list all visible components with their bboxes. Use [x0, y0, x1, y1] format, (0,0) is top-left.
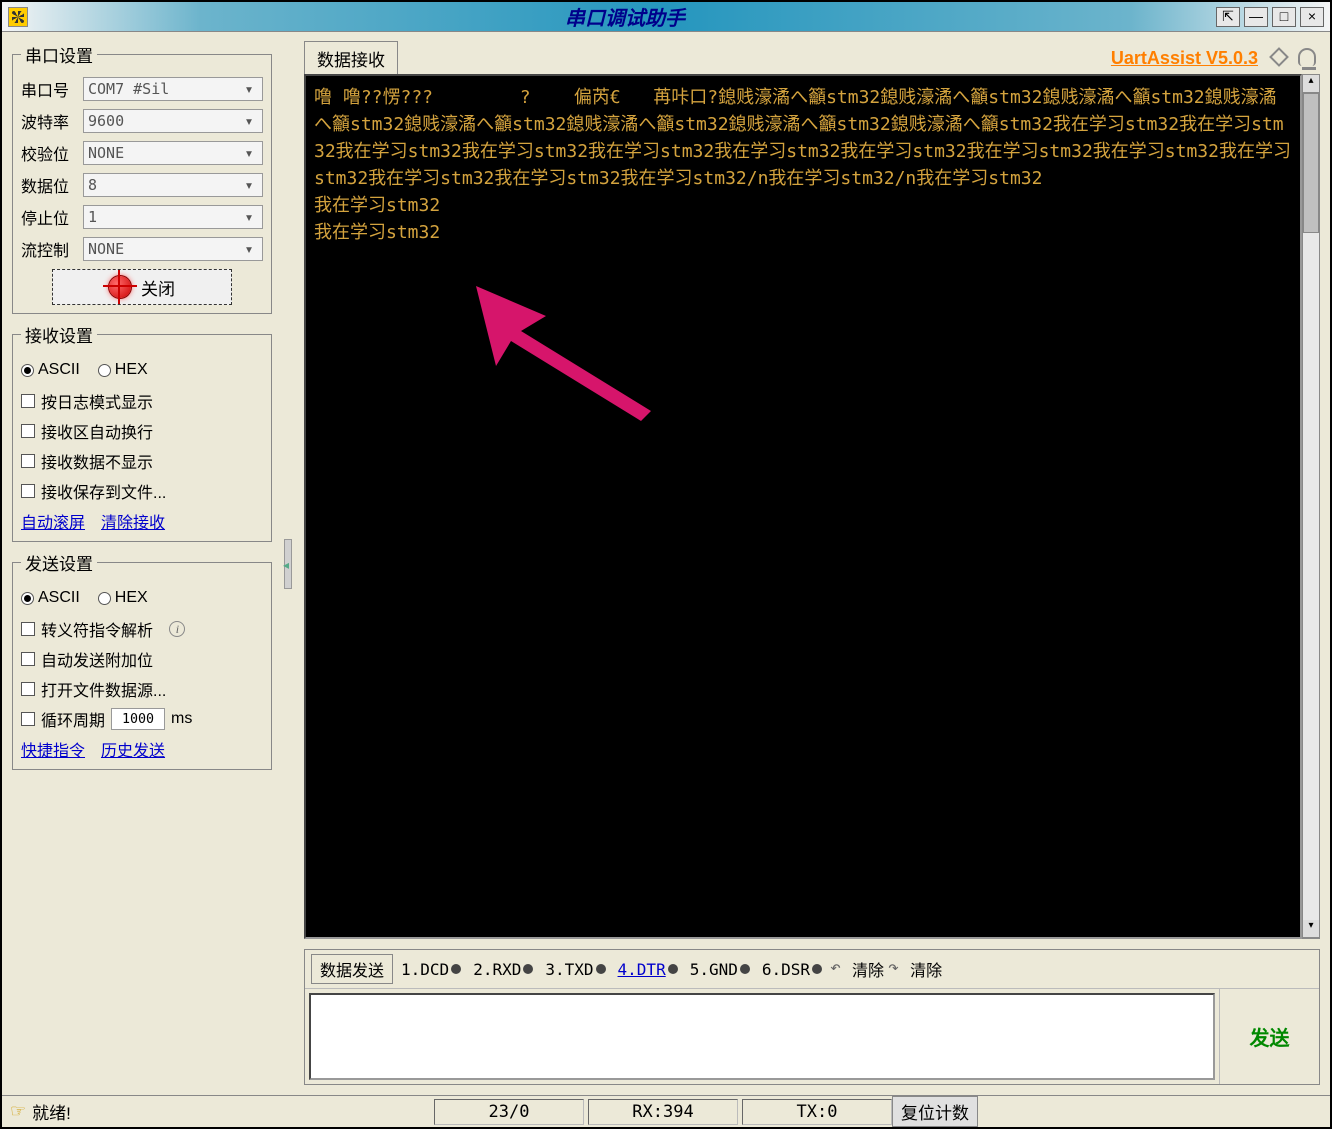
recv-ascii-radio[interactable]: ASCII [21, 361, 80, 379]
version-label[interactable]: UartAssist V5.0.3 [1111, 48, 1258, 69]
tx-tab[interactable]: 数据发送 [311, 954, 393, 984]
clear-right-button[interactable]: 清除 [910, 957, 942, 981]
status-tx: TX:0 [742, 1099, 892, 1125]
auto-append-check[interactable]: 自动发送附加位 [21, 647, 263, 671]
serial-settings-legend: 串口设置 [21, 42, 97, 67]
quick-cmd-link[interactable]: 快捷指令 [21, 737, 85, 761]
stopbits-label: 停止位 [21, 205, 77, 229]
send-button[interactable]: 发送 [1219, 989, 1319, 1084]
recv-settings-group: 接收设置 ASCII HEX 按日志模式显示 接收区自动换行 接收数据不显示 接… [12, 322, 272, 542]
status-count: 23/0 [434, 1099, 584, 1125]
undo-icon[interactable] [830, 961, 846, 977]
scroll-up-icon[interactable]: ▴ [1303, 75, 1319, 93]
close-port-button[interactable]: 关闭 [52, 269, 232, 305]
status-ready: 就绪! [32, 1099, 71, 1124]
send-settings-group: 发送设置 ASCII HEX 转义符指令解析 i 自动发送附加位 打开文件数据源… [12, 550, 272, 770]
close-port-label: 关闭 [141, 275, 175, 300]
send-input[interactable] [309, 993, 1215, 1080]
parity-label: 校验位 [21, 141, 77, 165]
send-ascii-radio[interactable]: ASCII [21, 589, 80, 607]
receive-console[interactable]: 噜 噜??愣??? ? 偏芮€ 苒咔口?鎴贱濠潏へ籲stm32鎴贱濠潏へ籲stm… [304, 74, 1302, 939]
port-label: 串口号 [21, 77, 77, 101]
auto-wrap-check[interactable]: 接收区自动换行 [21, 419, 263, 443]
minimize-button[interactable]: — [1244, 7, 1268, 27]
cycle-check[interactable] [21, 712, 35, 726]
rx-tab[interactable]: 数据接收 [304, 41, 398, 75]
bell-icon[interactable] [1298, 48, 1320, 68]
status-rx: RX:394 [588, 1099, 738, 1125]
connection-status-icon [109, 276, 131, 298]
open-file-check[interactable]: 打开文件数据源... [21, 677, 263, 701]
send-hex-radio[interactable]: HEX [98, 589, 148, 607]
info-icon[interactable]: i [169, 621, 185, 637]
chevron-down-icon: ▾ [240, 176, 258, 194]
port-select[interactable]: COM7 #Sil▾ [83, 77, 263, 101]
flow-label: 流控制 [21, 237, 77, 261]
close-window-button[interactable]: × [1300, 7, 1324, 27]
chevron-down-icon: ▾ [240, 112, 258, 130]
databits-select[interactable]: 8▾ [83, 173, 263, 197]
cycle-input[interactable] [111, 708, 165, 730]
serial-settings-group: 串口设置 串口号 COM7 #Sil▾ 波特率 9600▾ 校验位 NONE▾ … [12, 42, 272, 314]
console-scrollbar[interactable]: ▴ ▾ [1302, 74, 1320, 939]
pin-txd[interactable]: 3.TXD [545, 960, 605, 979]
hide-recv-check[interactable]: 接收数据不显示 [21, 449, 263, 473]
send-settings-legend: 发送设置 [21, 550, 97, 575]
titlebar: 串口调试助手 ⇱ — □ × [2, 2, 1330, 32]
reset-count-button[interactable]: 复位计数 [892, 1096, 978, 1127]
log-mode-check[interactable]: 按日志模式显示 [21, 389, 263, 413]
cycle-unit: ms [171, 710, 192, 728]
clear-left-button[interactable]: 清除 [852, 957, 884, 981]
send-area: 数据发送 1.DCD 2.RXD 3.TXD 4.DTR 5.GND 6.DSR… [304, 949, 1320, 1085]
pin-dtr[interactable]: 4.DTR [618, 960, 678, 979]
pin-dcd[interactable]: 1.DCD [401, 960, 461, 979]
pin-rxd[interactable]: 2.RXD [473, 960, 533, 979]
scroll-down-icon[interactable]: ▾ [1303, 920, 1319, 938]
auto-scroll-link[interactable]: 自动滚屏 [21, 509, 85, 533]
splitter[interactable]: ◂ [282, 42, 294, 1085]
databits-label: 数据位 [21, 173, 77, 197]
maximize-button[interactable]: □ [1272, 7, 1296, 27]
baud-label: 波特率 [21, 109, 77, 133]
pin-gnd[interactable]: 5.GND [690, 960, 750, 979]
statusbar: ☞ 就绪! 23/0 RX:394 TX:0 复位计数 [2, 1095, 1330, 1127]
scroll-thumb[interactable] [1303, 93, 1319, 233]
diamond-icon[interactable] [1270, 48, 1292, 68]
pin-dsr[interactable]: 6.DSR [762, 960, 822, 979]
cycle-label: 循环周期 [41, 707, 105, 731]
flow-select[interactable]: NONE▾ [83, 237, 263, 261]
hand-icon: ☞ [10, 1101, 26, 1122]
chevron-down-icon: ▾ [240, 208, 258, 226]
pin-button[interactable]: ⇱ [1216, 7, 1240, 27]
recv-settings-legend: 接收设置 [21, 322, 97, 347]
app-window: 串口调试助手 ⇱ — □ × 串口设置 串口号 COM7 #Sil▾ 波特率 9… [0, 0, 1332, 1129]
chevron-down-icon: ▾ [240, 144, 258, 162]
save-file-check[interactable]: 接收保存到文件... [21, 479, 263, 503]
clear-recv-link[interactable]: 清除接收 [101, 509, 165, 533]
parity-select[interactable]: NONE▾ [83, 141, 263, 165]
stopbits-select[interactable]: 1▾ [83, 205, 263, 229]
escape-check[interactable]: 转义符指令解析 i [21, 617, 263, 641]
history-link[interactable]: 历史发送 [101, 737, 165, 761]
chevron-down-icon: ▾ [240, 240, 258, 258]
console-content: 噜 噜??愣??? ? 偏芮€ 苒咔口?鎴贱濠潏へ籲stm32鎴贱濠潏へ籲stm… [314, 87, 1291, 243]
app-icon [8, 7, 28, 27]
redo-icon[interactable] [888, 961, 904, 977]
chevron-down-icon: ▾ [240, 80, 258, 98]
recv-hex-radio[interactable]: HEX [98, 361, 148, 379]
annotation-arrow [476, 286, 676, 424]
baud-select[interactable]: 9600▾ [83, 109, 263, 133]
window-title: 串口调试助手 [34, 2, 1216, 31]
